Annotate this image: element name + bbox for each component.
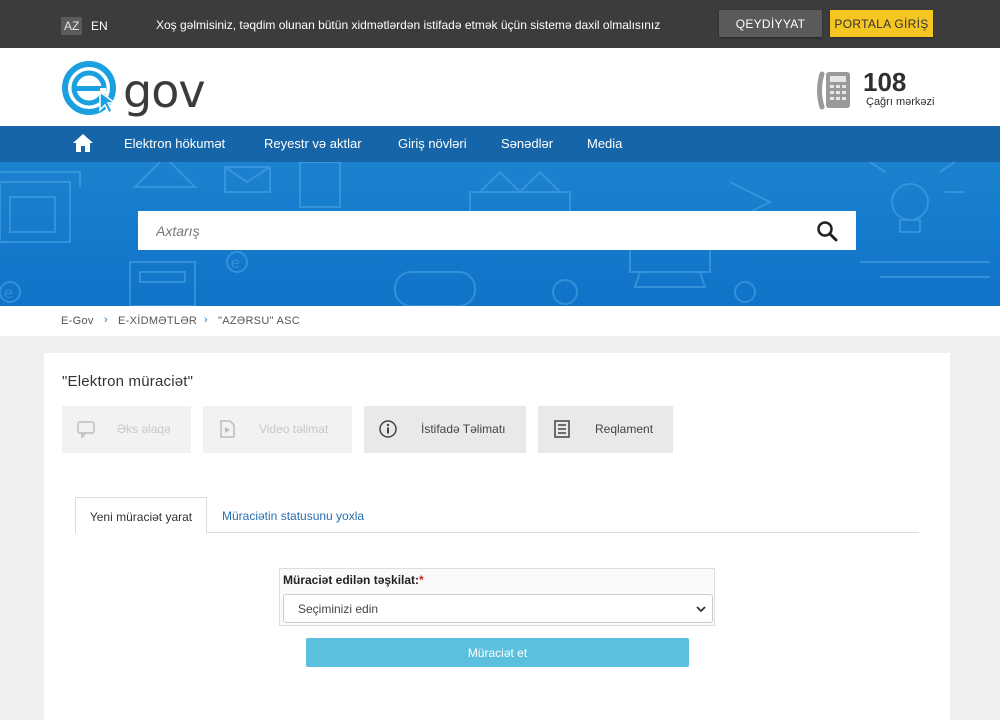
breadcrumb-item-azersu: "AZƏRSU" ASC — [218, 315, 301, 327]
call-center-label: Çağrı mərkəzi — [866, 96, 935, 108]
required-mark: * — [419, 573, 424, 587]
service-card: "Elektron müraciət" Əks əlaqə Video təli… — [44, 353, 950, 720]
page-title: "Elektron müraciət" — [62, 373, 194, 390]
register-button[interactable]: QEYDİYYAT — [719, 10, 822, 37]
nav-item-registry[interactable]: Reyestr və aktlar — [264, 136, 362, 151]
submit-request-button[interactable]: Müraciət et — [306, 638, 689, 667]
home-icon[interactable] — [72, 133, 94, 153]
regulation-label: Reqlament — [595, 422, 654, 436]
search-input[interactable] — [138, 211, 798, 250]
welcome-message: Xoş gəlmisiniz, təqdim olunan bütün xidm… — [156, 18, 661, 32]
breadcrumb: E-Gov › E-XİDMƏTLƏR › "AZƏRSU" ASC — [0, 306, 1000, 336]
call-center[interactable]: 108 Çağrı mərkəzi — [816, 68, 946, 112]
video-guide-label: Video təlimat — [259, 422, 329, 436]
nav-item-media[interactable]: Media — [587, 136, 622, 151]
egov-logo[interactable]: gov — [62, 61, 212, 118]
nav-item-e-government[interactable]: Elektron hökumət — [124, 136, 225, 151]
organization-select-value: Seçiminizi edin — [298, 602, 379, 616]
tab-check-status[interactable]: Müraciətin statusunu yoxla — [222, 497, 364, 534]
tab-new-request[interactable]: Yeni müraciət yarat — [75, 497, 207, 534]
video-file-icon — [220, 420, 235, 438]
list-document-icon — [554, 420, 570, 438]
language-az[interactable]: AZ — [61, 17, 83, 35]
info-icon — [379, 420, 397, 438]
request-tabs: Yeni müraciət yarat Müraciətin statusunu… — [75, 497, 919, 534]
search-icon[interactable] — [816, 220, 838, 242]
chevron-right-icon: › — [204, 314, 208, 326]
organization-field-label: Müraciət edilən təşkilat:* — [283, 573, 424, 587]
video-guide-button[interactable]: Video təlimat — [203, 406, 352, 453]
chat-icon — [77, 421, 95, 439]
chevron-right-icon: › — [104, 314, 108, 326]
svg-text:e: e — [4, 285, 13, 302]
search-banner: e e — [0, 162, 1000, 306]
top-bar: AZ EN Xoş gəlmisiniz, təqdim olunan bütü… — [0, 0, 1000, 48]
language-en[interactable]: EN — [88, 17, 111, 35]
chevron-down-icon — [696, 606, 706, 613]
user-guide-label: İstifadə Təlimatı — [421, 422, 506, 436]
site-header: gov 108 Çağrı mərkəzi — [0, 48, 1000, 126]
organization-label-text: Müraciət edilən təşkilat: — [283, 573, 420, 587]
regulation-button[interactable]: Reqlament — [538, 406, 673, 453]
search-box — [138, 211, 856, 250]
call-center-number: 108 — [863, 67, 907, 97]
nav-item-login-types[interactable]: Giriş növləri — [398, 136, 467, 151]
logo-text: gov — [123, 64, 206, 118]
feedback-button[interactable]: Əks əlaqə — [62, 406, 191, 453]
svg-text:e: e — [231, 255, 240, 272]
nav-item-documents[interactable]: Sənədlər — [501, 136, 553, 151]
portal-login-button[interactable]: PORTALA GİRİŞ — [830, 10, 933, 37]
egov-logo-e-icon — [62, 61, 118, 115]
user-guide-button[interactable]: İstifadə Təlimatı — [364, 406, 526, 453]
feedback-label: Əks əlaqə — [117, 422, 171, 436]
phone-icon — [817, 71, 850, 110]
breadcrumb-item-egov[interactable]: E-Gov — [61, 315, 94, 327]
main-navigation: Elektron hökumət Reyestr və aktlar Giriş… — [0, 126, 1000, 162]
breadcrumb-item-eservices[interactable]: E-XİDMƏTLƏR — [118, 315, 197, 327]
organization-select[interactable]: Seçiminizi edin — [283, 594, 713, 623]
organization-form: Müraciət edilən təşkilat:* Seçiminizi ed… — [279, 568, 715, 626]
